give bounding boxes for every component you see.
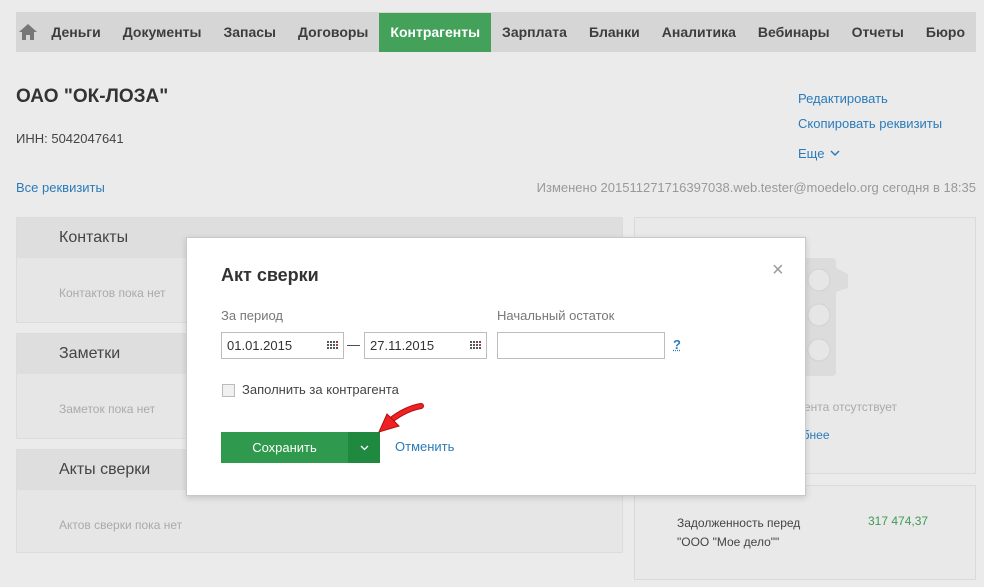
save-button-group: Сохранить	[221, 432, 380, 463]
save-options-button[interactable]	[348, 432, 380, 463]
fill-for-counterparty-checkbox[interactable]	[222, 384, 235, 397]
date-to-value: 27.11.2015	[370, 338, 435, 353]
help-link[interactable]: ?	[673, 337, 681, 352]
annotation-arrow-icon	[378, 403, 424, 433]
date-from-field[interactable]: 01.01.2015	[221, 332, 344, 359]
period-label: За период	[221, 308, 283, 323]
calendar-icon[interactable]	[327, 341, 338, 350]
close-icon[interactable]: ×	[772, 260, 784, 280]
balance-label: Начальный остаток	[497, 308, 615, 323]
save-button[interactable]: Сохранить	[221, 432, 348, 463]
chevron-down-icon	[360, 445, 368, 450]
calendar-icon[interactable]	[470, 341, 481, 350]
modal-title: Акт сверки	[221, 265, 319, 285]
fill-for-counterparty-label[interactable]: Заполнить за контрагента	[242, 382, 399, 397]
date-from-value: 01.01.2015	[227, 338, 293, 353]
balance-input[interactable]	[497, 332, 665, 359]
date-separator: —	[347, 337, 360, 352]
reconciliation-modal: Акт сверки × За период 01.01.2015 — 27.1…	[186, 237, 806, 496]
cancel-link[interactable]: Отменить	[395, 439, 454, 454]
date-to-field[interactable]: 27.11.2015	[364, 332, 487, 359]
